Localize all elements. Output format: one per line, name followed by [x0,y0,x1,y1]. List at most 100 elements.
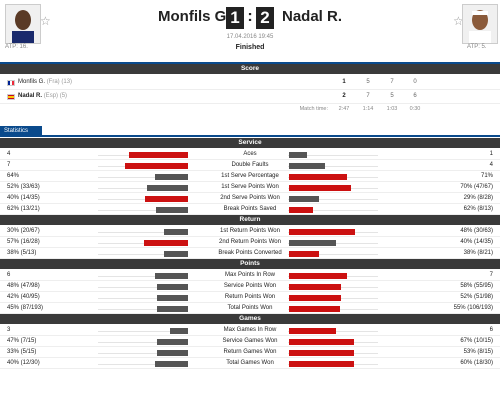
stat-left-bar [157,284,188,290]
stat-left-bar [129,152,188,158]
score-section-header: Score [0,64,500,74]
stat-left-value: 7 [7,162,11,168]
stat-right-bar [289,284,341,290]
stat-right-bar [289,339,354,345]
stat-right-value: 58% (55/95) [460,283,493,289]
stats-section-header: Return [0,215,500,225]
match-time-row: Match time: 2:47 1:14 1:03 0:30 [0,104,500,114]
match-time-set-1: 1:14 [362,106,374,112]
stat-left-bar [164,229,188,235]
stat-right-value: 67% (10/15) [460,338,493,344]
score-set-3: 0 [413,79,417,85]
stat-right-bar [289,328,336,334]
flag-icon [7,94,15,100]
stat-right-value: 29% (8/28) [463,195,493,201]
stat-left-value: 42% (40/95) [7,294,40,300]
stat-right-bar [289,174,347,180]
stat-left-value: 3 [7,327,11,333]
stat-right-value: 7 [489,272,493,278]
player2-name[interactable]: Nadal R. [282,8,342,25]
stats-section-header: Service [0,138,500,148]
stat-left-value: 57% (16/28) [7,239,40,245]
score-set-2: 7 [390,79,394,85]
stat-right-bar [289,240,336,246]
stat-right-bar [289,350,354,356]
stat-right-value: 60% (18/30) [460,360,493,366]
match-time-total: 2:47 [338,106,350,112]
stat-right-value: 52% (51/98) [460,294,493,300]
stat-left-value: 40% (14/35) [7,195,40,201]
score-set-3: 6 [413,93,417,99]
stat-right-value: 71% [480,173,493,179]
stat-left-value: 62% (13/21) [7,206,40,212]
stat-left-bar [156,207,188,213]
stat-left-value: 6 [7,272,11,278]
divider-line [0,135,500,137]
player1-sets-score: 1 [226,7,244,29]
stat-left-bar [144,240,188,246]
stat-left-bar [145,196,188,202]
stat-left-value: 48% (47/98) [7,283,40,289]
stat-left-value: 38% (5/13) [7,250,37,256]
stat-right-value: 6 [489,327,493,333]
stat-left-bar [125,163,188,169]
score-player-name[interactable]: Nadal R. (Esp) (5) [18,93,67,99]
score-row-player1: Monfils G. (Fra) (13) 1 5 7 0 [0,76,500,89]
stat-right-value: 4 [489,162,493,168]
score-set-2: 5 [390,93,394,99]
stat-right-bar [289,273,347,279]
stat-right-value: 55% (106/193) [453,305,493,311]
stat-right-value: 40% (14/35) [460,239,493,245]
stat-right-bar [289,361,354,367]
stat-right-bar [289,295,341,301]
stat-right-bar [289,207,313,213]
score-row-player2: Nadal R. (Esp) (5) 2 7 5 6 [0,90,500,103]
score-player-name[interactable]: Monfils G. (Fra) (13) [18,79,72,85]
stat-left-value: 45% (87/193) [7,305,44,311]
stat-right-bar [289,196,319,202]
stats-section-header: Games [0,314,500,324]
stat-left-bar [170,328,188,334]
stat-right-bar [289,229,355,235]
stat-left-value: 30% (20/67) [7,228,40,234]
score-separator: : [247,8,253,25]
stat-right-bar [289,306,340,312]
stat-right-value: 62% (8/13) [463,206,493,212]
score-total: 2 [342,93,346,99]
stat-left-bar [155,174,188,180]
stat-left-bar [157,295,188,301]
score-set-1: 7 [366,93,370,99]
stats-section-header: Points [0,259,500,269]
stat-left-bar [164,251,188,257]
stat-right-value: 70% (47/67) [460,184,493,190]
stat-left-value: 4 [7,151,11,157]
stat-left-value: 40% (12/30) [7,360,40,366]
player2-sets-score: 2 [256,7,274,29]
divider-line [0,368,500,369]
score-total: 1 [342,79,346,85]
player1-name[interactable]: Monfils G. [158,8,231,25]
stat-left-value: 52% (33/63) [7,184,40,190]
stat-right-value: 48% (30/63) [460,228,493,234]
stat-right-value: 1 [489,151,493,157]
stat-right-bar [289,152,307,158]
favorite-star-icon[interactable]: ☆ [40,14,51,28]
stat-left-bar [157,306,188,312]
match-time-set-3: 0:30 [409,106,421,112]
stat-right-value: 38% (8/21) [463,250,493,256]
stat-right-bar [289,251,319,257]
stat-left-value: 47% (7/15) [7,338,37,344]
score-set-1: 5 [366,79,370,85]
stat-right-bar [289,163,325,169]
match-date: 17.04.2016 19:45 [226,34,274,40]
stat-left-value: 33% (5/15) [7,349,37,355]
flag-icon [7,80,15,86]
match-time-label: Match time: [299,106,328,112]
match-status: Finished [235,44,265,51]
stat-left-bar [147,185,188,191]
stat-left-bar [157,339,188,345]
stat-left-bar [155,273,188,279]
stat-left-bar [157,350,188,356]
stat-left-value: 64% [7,173,20,179]
stat-left-bar [155,361,188,367]
